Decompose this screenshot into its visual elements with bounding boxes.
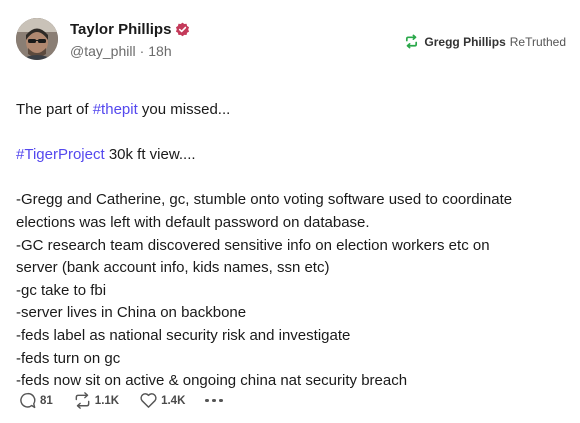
post-line: #TigerProject 30k ft view.... <box>16 144 564 167</box>
handle-row: @tay_phill · 18h <box>70 43 190 59</box>
hashtag-link[interactable]: #thepit <box>93 101 138 118</box>
retruth-icon <box>404 34 419 49</box>
retruth-button[interactable]: 1.1K <box>73 391 119 410</box>
post-text: you missed... <box>137 101 231 118</box>
post-line: -Gregg and Catherine, gc, stumble onto v… <box>16 191 513 209</box>
truth-post: Taylor Phillips @tay_phill · 18h Gregg P… <box>0 0 580 423</box>
post-line: -gc take to fbi <box>16 281 107 299</box>
post-time[interactable]: 18h <box>148 43 171 59</box>
like-button[interactable]: 1.4K <box>139 391 185 410</box>
post-line: -GC research team discovered sensitive i… <box>16 236 490 254</box>
reply-count: 81 <box>40 394 53 407</box>
author-meta: Taylor Phillips @tay_phill · 18h <box>70 18 190 59</box>
more-dots-icon[interactable] <box>205 398 226 403</box>
dot <box>212 398 216 403</box>
heart-icon <box>140 393 157 408</box>
retruth-user[interactable]: Gregg Phillips <box>424 35 505 49</box>
retruth-icon <box>75 392 90 409</box>
handle-separator: · <box>139 43 145 59</box>
post-line: elections was left with default password… <box>16 213 370 231</box>
verified-badge-icon <box>175 22 190 37</box>
post-line-blank <box>16 122 564 145</box>
post-line: The part of #thepit you missed... <box>16 99 564 122</box>
like-count: 1.4K <box>161 394 186 407</box>
post-body: The part of #thepit you missed... #Tiger… <box>16 99 564 393</box>
post-text: 30k ft view.... <box>104 146 196 164</box>
post-text: The part of <box>16 101 93 118</box>
reply-icon <box>20 392 36 409</box>
post-line: -feds label as national security risk an… <box>16 326 351 344</box>
reply-button[interactable]: 81 <box>18 391 53 410</box>
dot <box>219 398 223 403</box>
author-handle[interactable]: @tay_phill <box>70 43 136 59</box>
post-line-blank <box>16 167 564 190</box>
retruth-indicator: Gregg Phillips ReTruthed <box>404 34 566 49</box>
post-line: -feds now sit on active & ongoing china … <box>16 372 408 390</box>
avatar[interactable] <box>16 18 58 60</box>
retruth-label: ReTruthed <box>509 34 566 49</box>
name-row: Taylor Phillips <box>70 18 190 40</box>
author-display-name[interactable]: Taylor Phillips <box>70 21 171 38</box>
post-line: server (bank account info, kids names, s… <box>16 259 330 277</box>
avatar-image <box>16 18 58 60</box>
post-line: -feds turn on gc <box>16 349 121 367</box>
action-bar: 81 1.1K 1.4K <box>18 391 226 410</box>
retruth-count: 1.1K <box>94 394 120 407</box>
post-line: -server lives in China on backbone <box>16 304 247 322</box>
dot <box>205 398 209 403</box>
hashtag-link[interactable]: #TigerProject <box>16 146 105 163</box>
